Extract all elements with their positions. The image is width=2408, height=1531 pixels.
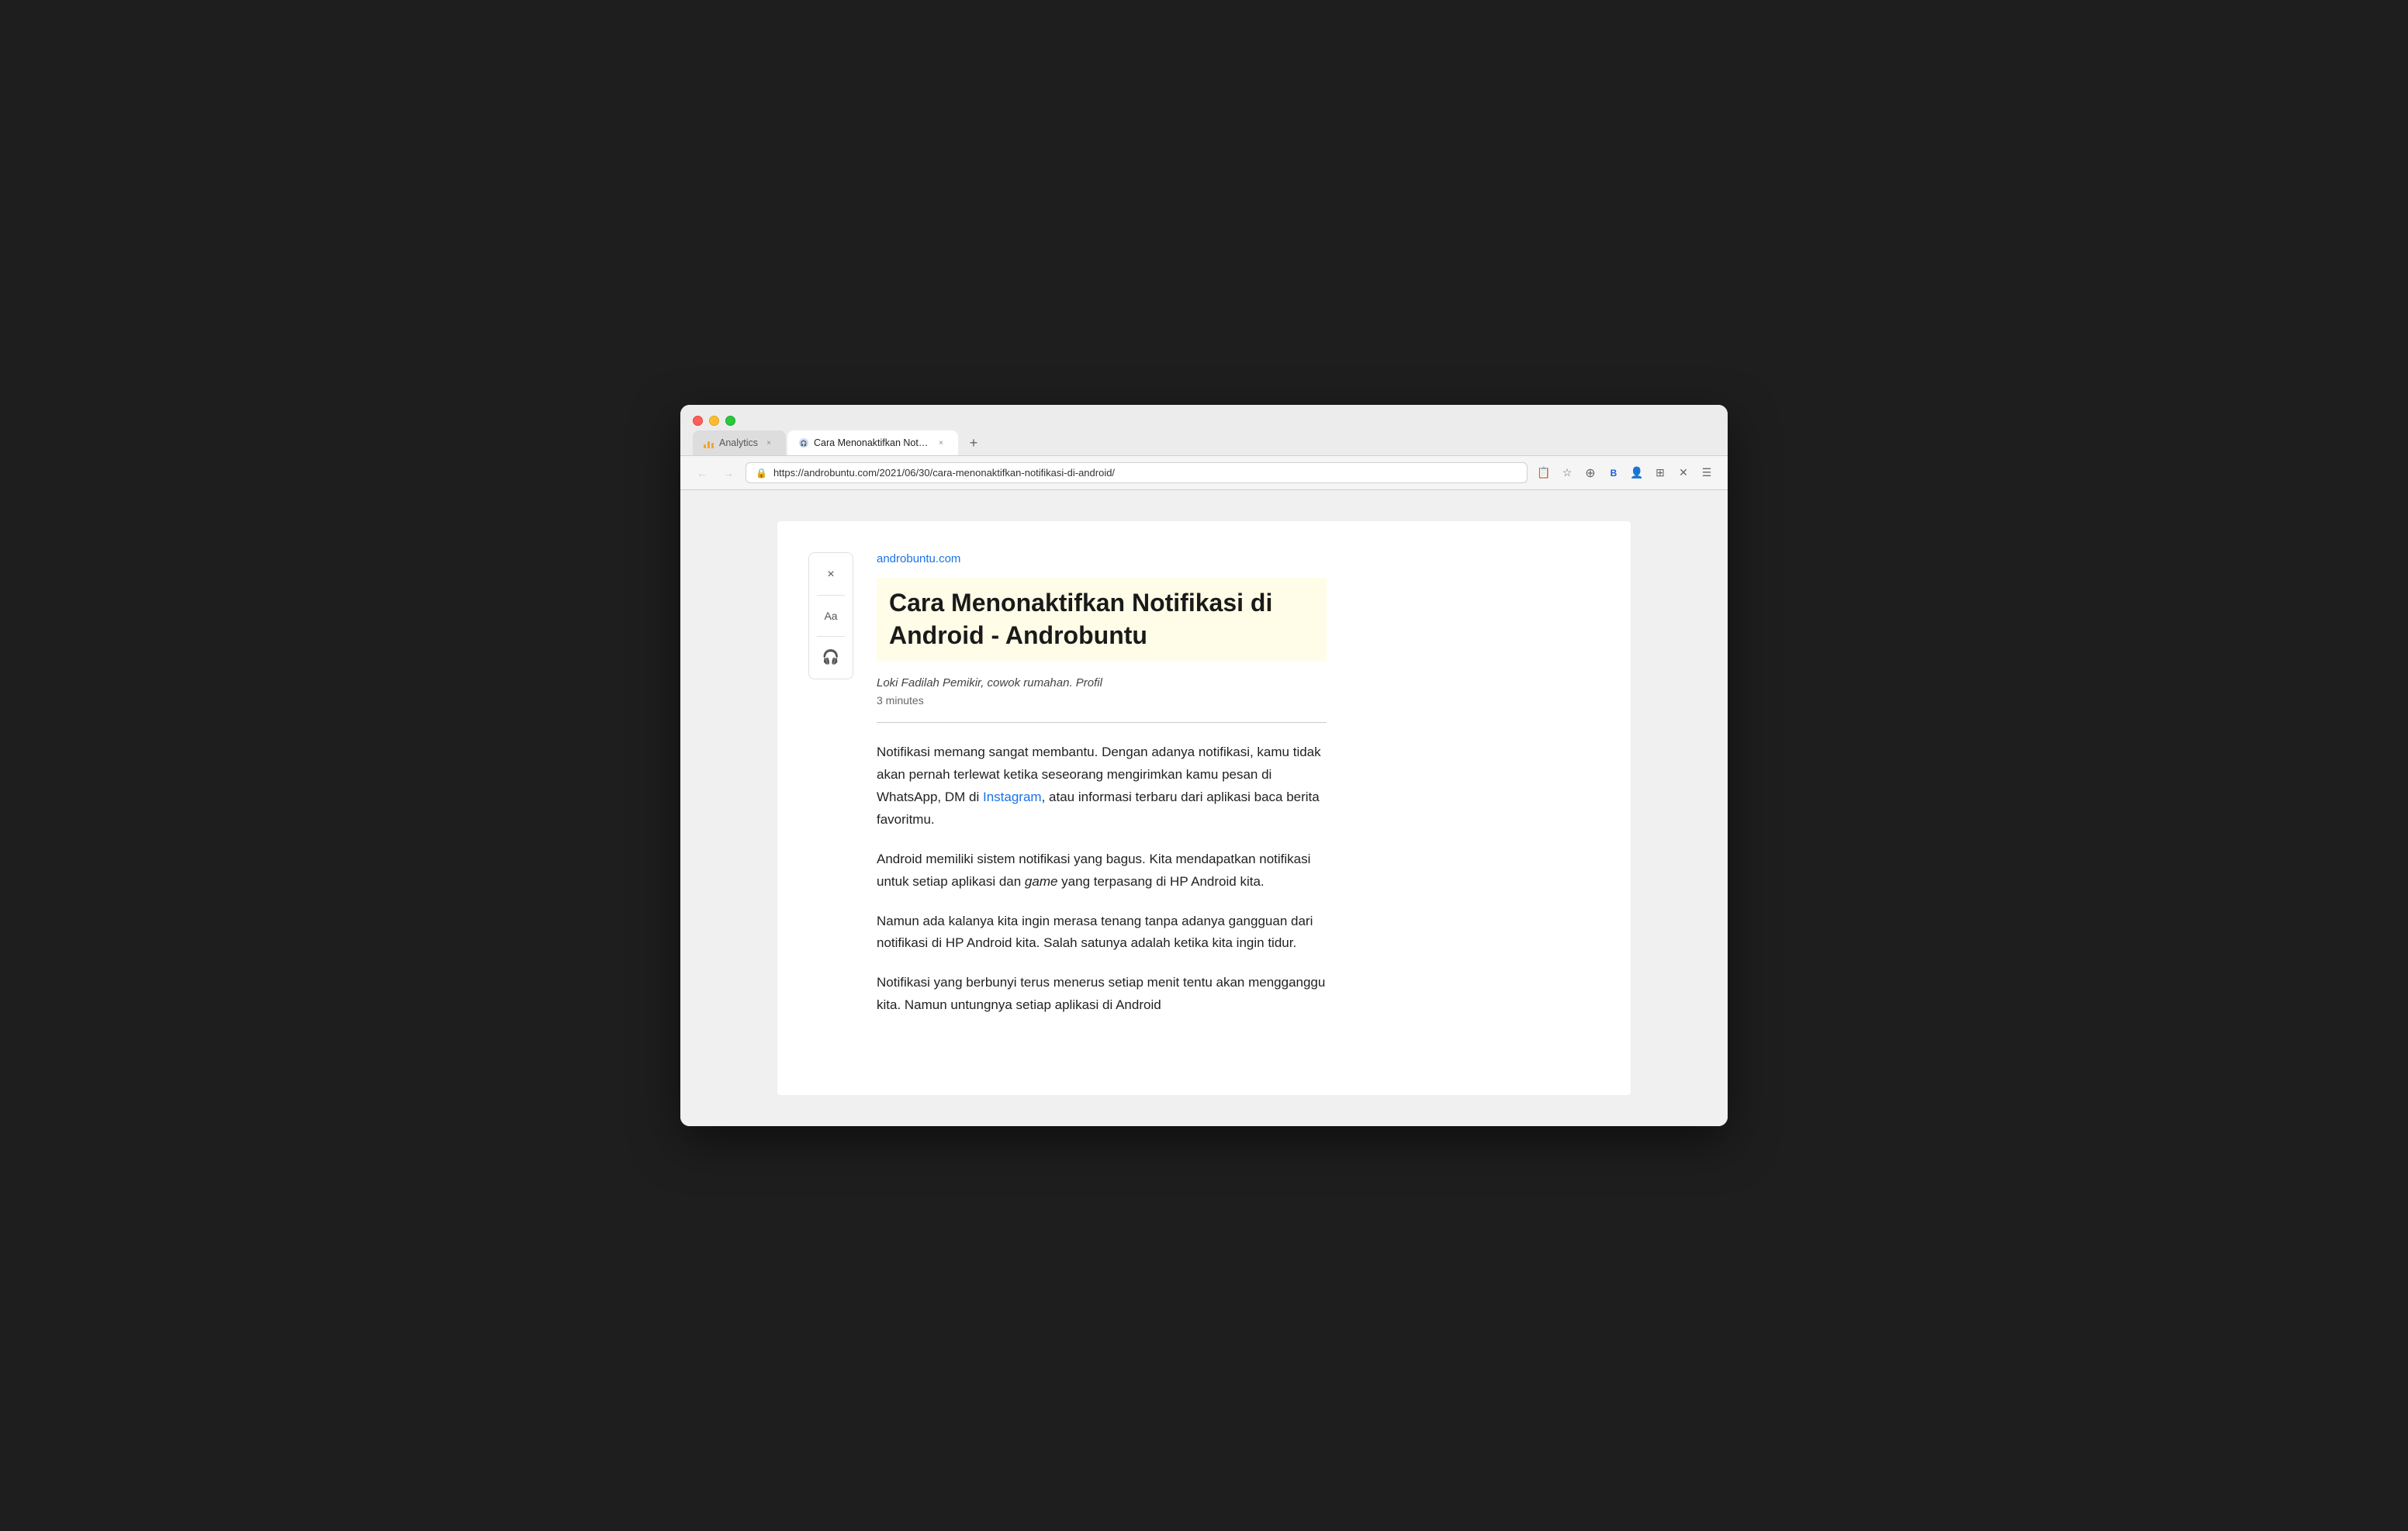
article-divider xyxy=(877,722,1327,723)
paragraph-2-italic: game xyxy=(1025,874,1058,889)
tab-analytics-close[interactable]: × xyxy=(763,437,775,449)
menu-icon[interactable]: ☰ xyxy=(1698,465,1715,482)
maximize-window-button[interactable] xyxy=(725,416,735,426)
close-reader-button[interactable]: × xyxy=(815,561,847,589)
bitwarden-icon[interactable]: B xyxy=(1605,465,1622,482)
tab-article-label: Cara Menonaktifkan Notifikasi c… xyxy=(814,437,930,448)
traffic-lights xyxy=(680,405,1728,426)
close-window-button[interactable] xyxy=(693,416,703,426)
font-settings-button[interactable]: Aa xyxy=(815,602,847,630)
tab-article-close[interactable]: × xyxy=(935,437,947,449)
paragraph-2-text-after: yang terpasang di HP Android kita. xyxy=(1057,874,1264,889)
article-author: Loki Fadilah Pemikir, cowok rumahan. Pro… xyxy=(877,676,1327,689)
listen-button[interactable]: 🎧 xyxy=(815,643,847,671)
paragraph-2: Android memiliki sistem notifikasi yang … xyxy=(877,848,1327,893)
bookmark-icon[interactable]: ☆ xyxy=(1559,465,1576,482)
extensions-icon[interactable]: ⊕ xyxy=(1582,465,1599,482)
reader-panel: × Aa 🎧 androbuntu.com Cara Menonaktifkan… xyxy=(777,521,1631,1095)
tab-analytics-label: Analytics xyxy=(719,437,758,448)
close-icon[interactable]: ✕ xyxy=(1675,465,1692,482)
paragraph-1: Notifikasi memang sangat membantu. Denga… xyxy=(877,741,1327,831)
article-tab-icon: 🎧 xyxy=(798,437,809,448)
toolbar-icons: 📋 ☆ ⊕ B 👤 ⊞ ✕ ☰ xyxy=(1535,465,1715,482)
new-tab-button[interactable]: + xyxy=(963,432,984,454)
article-body: Notifikasi memang sangat membantu. Denga… xyxy=(877,741,1327,1017)
tabs-row: Analytics × 🎧 Cara Menonaktifkan Notifik… xyxy=(680,426,1728,455)
tool-divider-1 xyxy=(817,595,845,596)
analytics-tab-icon xyxy=(704,437,714,448)
forward-button[interactable]: → xyxy=(719,464,738,482)
instagram-link[interactable]: Instagram xyxy=(983,790,1042,804)
paragraph-4: Notifikasi yang berbunyi terus menerus s… xyxy=(877,972,1327,1017)
profile-icon[interactable]: 👤 xyxy=(1628,465,1645,482)
lock-icon: 🔒 xyxy=(756,468,767,479)
article-content: androbuntu.com Cara Menonaktifkan Notifi… xyxy=(877,552,1327,1049)
url-bar[interactable]: 🔒 https://androbuntu.com/2021/06/30/cara… xyxy=(746,462,1527,483)
address-bar: ← → 🔒 https://androbuntu.com/2021/06/30/… xyxy=(680,456,1728,490)
site-link[interactable]: androbuntu.com xyxy=(877,552,1327,565)
content-area: × Aa 🎧 androbuntu.com Cara Menonaktifkan… xyxy=(680,490,1728,1126)
article-title: Cara Menonaktifkan Notifikasi di Android… xyxy=(877,578,1327,661)
article-read-time: 3 minutes xyxy=(877,694,1327,707)
back-button[interactable]: ← xyxy=(693,464,711,482)
minimize-window-button[interactable] xyxy=(709,416,719,426)
reader-tools: × Aa 🎧 xyxy=(808,552,853,1049)
title-bar: Analytics × 🎧 Cara Menonaktifkan Notifik… xyxy=(680,405,1728,456)
tool-divider-2 xyxy=(817,636,845,637)
svg-text:🎧: 🎧 xyxy=(801,440,808,447)
tab-analytics[interactable]: Analytics × xyxy=(693,430,786,455)
url-text: https://androbuntu.com/2021/06/30/cara-m… xyxy=(773,467,1115,479)
browser-window: Analytics × 🎧 Cara Menonaktifkan Notifik… xyxy=(680,405,1728,1126)
clipboard-icon[interactable]: 📋 xyxy=(1535,465,1552,482)
tab-article[interactable]: 🎧 Cara Menonaktifkan Notifikasi c… × xyxy=(787,430,958,455)
tools-card: × Aa 🎧 xyxy=(808,552,853,679)
grid-icon[interactable]: ⊞ xyxy=(1652,465,1669,482)
paragraph-3: Namun ada kalanya kita ingin merasa tena… xyxy=(877,911,1327,956)
